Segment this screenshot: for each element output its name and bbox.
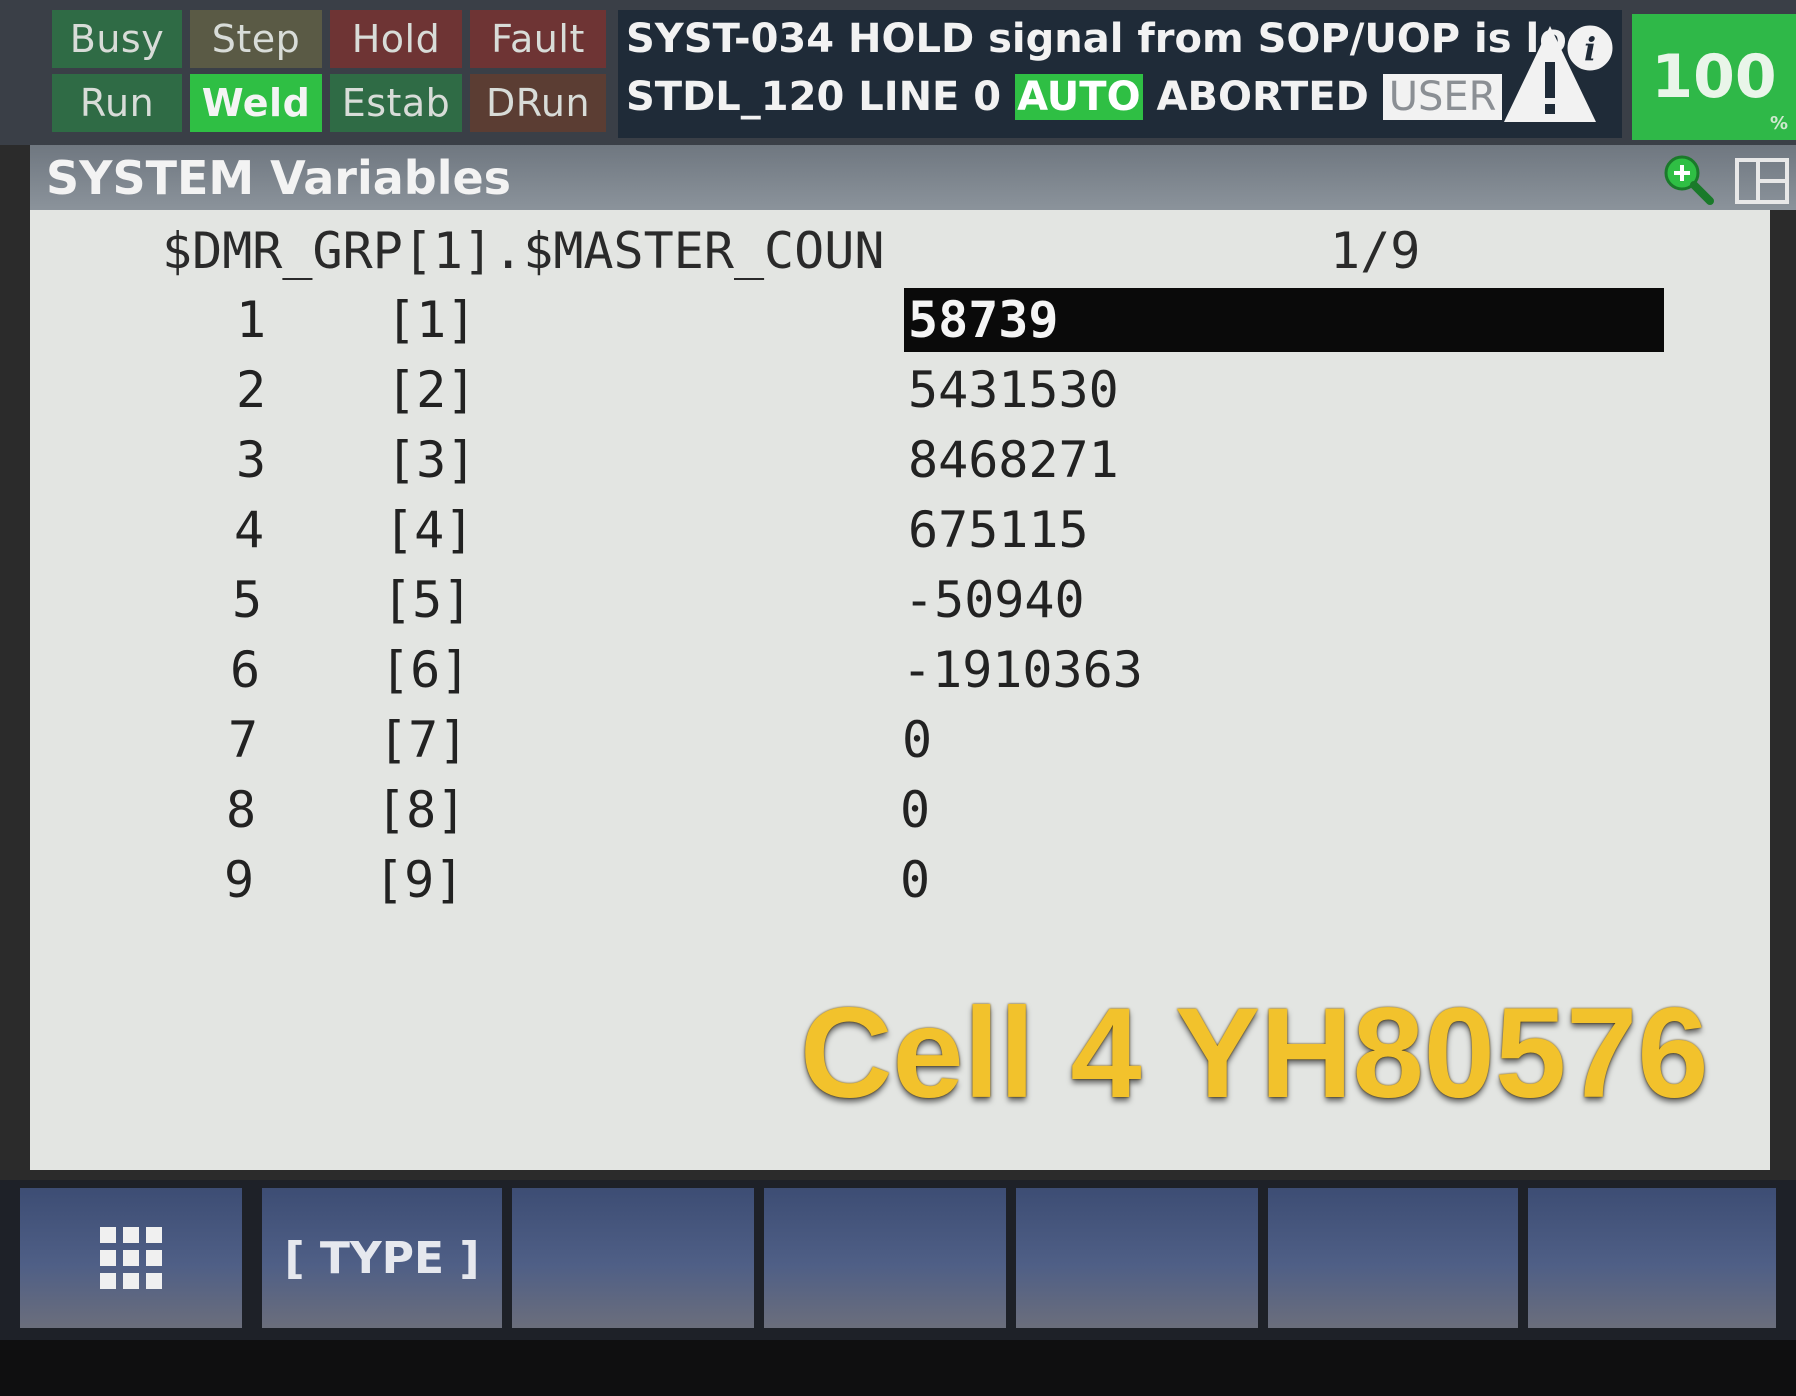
program-status-line: STDL_120 LINE 0 AUTO ABORTED USER (626, 74, 1503, 120)
row-value: 0 (900, 851, 931, 909)
status-fault: Fault (470, 10, 606, 68)
zoom-in-icon[interactable] (1660, 153, 1716, 207)
row-value: -50940 (904, 571, 1085, 629)
row-number: 6 (230, 641, 261, 699)
table-row[interactable]: 4 [4] 675115 (30, 498, 1770, 562)
row-index: [9] (374, 851, 465, 909)
softkey-menu[interactable] (20, 1188, 242, 1328)
row-index: [6] (380, 641, 471, 699)
screen-bezel (0, 1340, 1796, 1396)
override-value: 100 (1651, 42, 1777, 112)
row-number: 7 (228, 711, 259, 769)
softkey-f5[interactable] (1268, 1188, 1518, 1328)
status-estab: Estab (330, 74, 462, 132)
override-box[interactable]: 100 % (1632, 14, 1796, 140)
table-row[interactable]: 9 [9] 0 (30, 848, 1770, 912)
table-row[interactable]: 1 [1] 58739 (30, 288, 1770, 352)
status-busy: Busy (52, 10, 182, 68)
alarm-panel[interactable]: SYST-034 HOLD signal from SOP/UOP is los… (618, 10, 1622, 138)
softkey-f3[interactable] (764, 1188, 1006, 1328)
row-number: 9 (224, 851, 255, 909)
softkey-f4[interactable] (1016, 1188, 1258, 1328)
table-row[interactable]: 6 [6] -1910363 (30, 638, 1770, 702)
row-number: 8 (226, 781, 257, 839)
split-screen-icon[interactable] (1734, 157, 1790, 205)
status-hold: Hold (330, 10, 462, 68)
status-drun: DRun (470, 74, 606, 132)
mode-badge: AUTO (1015, 74, 1143, 120)
row-number: 1 (236, 291, 267, 349)
variable-path: $DMR_GRP[1].$MASTER_COUN (162, 222, 885, 280)
program-line-info: STDL_120 LINE 0 (626, 74, 1002, 120)
table-row[interactable]: 8 [8] 0 (30, 778, 1770, 842)
overlay-cell-label: Cell 4 YH80576 (800, 982, 1709, 1125)
grid-menu-icon (100, 1227, 162, 1289)
row-index: [4] (384, 501, 475, 559)
row-number: 3 (236, 431, 267, 489)
title-bar: SYSTEM Variables (30, 145, 1796, 210)
row-value: 0 (902, 711, 933, 769)
row-value: 58739 (908, 291, 1059, 349)
row-value: -1910363 (902, 641, 1143, 699)
table-row[interactable]: 2 [2] 5431530 (30, 358, 1770, 422)
row-value: 5431530 (908, 361, 1119, 419)
row-index: [2] (386, 361, 477, 419)
row-value: 675115 (908, 501, 1089, 559)
row-index: [7] (378, 711, 469, 769)
override-unit: % (1769, 113, 1788, 134)
user-badge: USER (1382, 74, 1503, 120)
status-run: Run (52, 74, 182, 132)
row-number: 5 (232, 571, 263, 629)
program-status: ABORTED (1156, 74, 1369, 120)
softkey-f2[interactable] (512, 1188, 754, 1328)
row-index: [8] (376, 781, 467, 839)
status-step: Step (190, 10, 322, 68)
row-number: 2 (236, 361, 267, 419)
svg-text:i: i (1584, 30, 1596, 68)
softkey-bar: [ TYPE ] (0, 1180, 1796, 1340)
row-index: [1] (386, 291, 477, 349)
page-indicator: 1/9 (1330, 222, 1421, 280)
screen-title: SYSTEM Variables (46, 151, 512, 205)
row-index: [5] (382, 571, 473, 629)
table-row[interactable]: 5 [5] -50940 (30, 568, 1770, 632)
warning-icon[interactable]: i (1500, 18, 1616, 130)
row-number: 4 (234, 501, 265, 559)
row-value: 0 (900, 781, 931, 839)
type-softkey[interactable]: [ TYPE ] (262, 1188, 502, 1328)
row-index: [3] (386, 431, 477, 489)
status-bar: Busy Step Hold Fault Run Weld Estab DRun… (0, 0, 1796, 145)
alarm-message: SYST-034 HOLD signal from SOP/UOP is los (626, 16, 1591, 62)
status-weld: Weld (190, 74, 322, 132)
table-row[interactable]: 3 [3] 8468271 (30, 428, 1770, 492)
table-row[interactable]: 7 [7] 0 (30, 708, 1770, 772)
row-value: 8468271 (908, 431, 1119, 489)
softkey-next[interactable] (1528, 1188, 1776, 1328)
